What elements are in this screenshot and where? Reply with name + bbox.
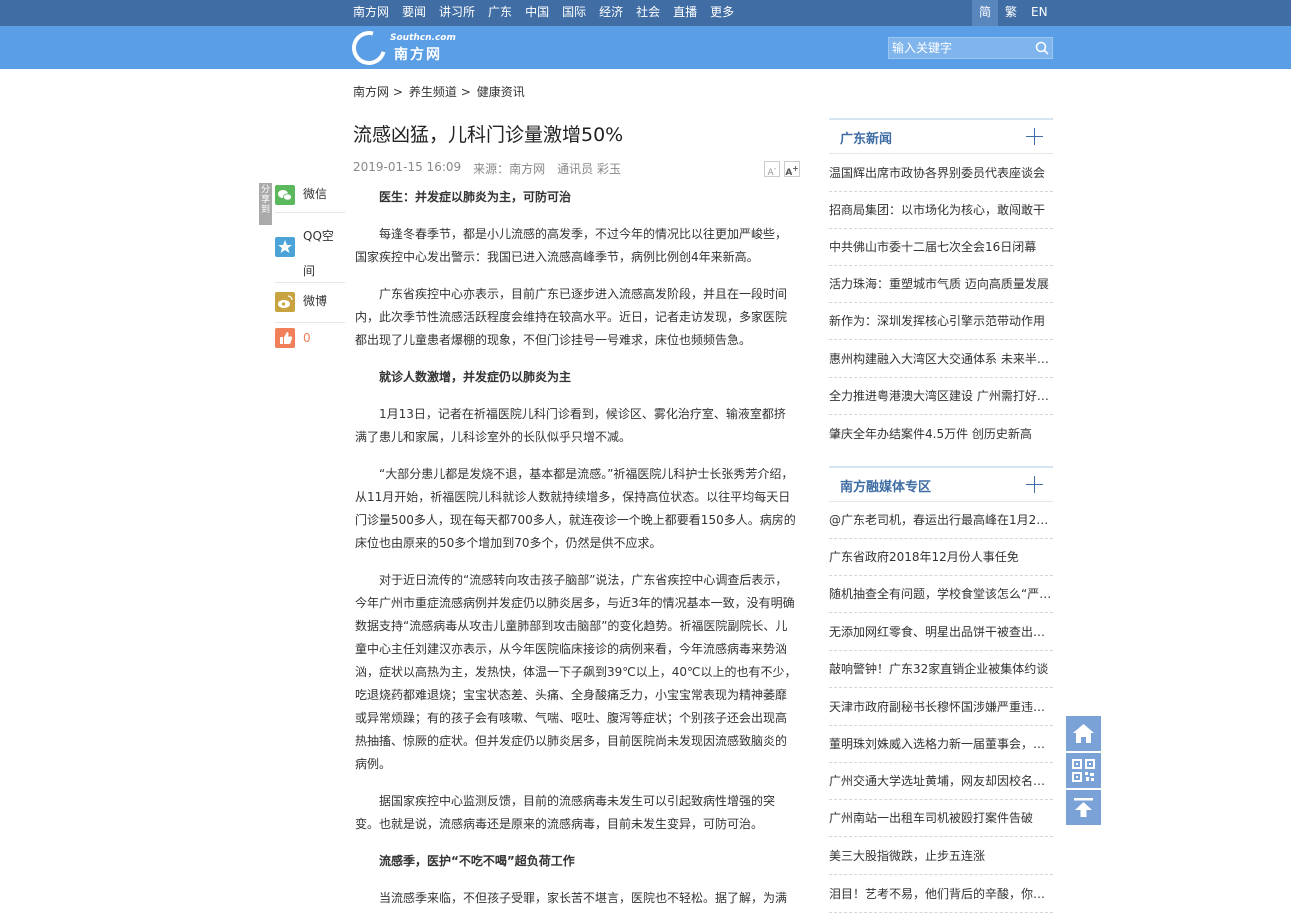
media-zone-title[interactable]: 南方融媒体专区 (840, 476, 931, 495)
wechat-icon (275, 185, 295, 205)
media-news-item[interactable]: 广州交通大学选址黄埔，网友却因校名吵翻了 (829, 763, 1053, 800)
guangdong-news-item[interactable]: 中共佛山市委十二届七次全会16日闭幕 (829, 229, 1053, 266)
article-paragraph: 对于近日流传的“流感转向攻击孩子脑部”说法，广东省疾控中心调查后表示，今年广州市… (355, 573, 797, 771)
article-author: 通讯员 彩玉 (557, 162, 621, 176)
search-icon[interactable] (1035, 41, 1049, 55)
top-nav-bar: 南方网 要闻 讲习所 广东 中国 国际 经济 社会 直播 更多 简 繁 EN (0, 0, 1291, 26)
article-paragraph: 1月13日，记者在祈福医院儿科门诊看到，候诊区、雾化治疗室、输液室都挤满了患儿和… (355, 407, 786, 444)
share-qzone-label: QQ空间 (303, 229, 334, 278)
nav-link-more[interactable]: 更多 (710, 0, 734, 26)
media-news-item[interactable]: 无添加网红零食、明星出品饼干被查出问题 (829, 614, 1053, 651)
nav-link-international[interactable]: 国际 (562, 0, 586, 26)
breadcrumb-health-news[interactable]: 健康资讯 (477, 83, 525, 100)
top-nav: 南方网 要闻 讲习所 广东 中国 国际 经济 社会 直播 更多 (353, 0, 747, 26)
logo-text-cn: 南方网 (394, 47, 442, 63)
qzone-icon (275, 237, 295, 257)
share-wechat-label: 微信 (303, 187, 328, 201)
article-body: 医生：并发症以肺炎为主，可防可治 每逢冬春季节，都是小儿流感的高发季，不过今年的… (355, 186, 797, 924)
breadcrumb: 南方网 > 养生频道 > 健康资讯 (353, 83, 531, 100)
media-news-item[interactable]: 敲响警钟！广东32家直销企业被集体约谈 (829, 651, 1053, 688)
qrcode-button[interactable] (1066, 753, 1101, 788)
thumbs-up-icon (275, 328, 295, 348)
nav-link-southcn[interactable]: 南方网 (353, 0, 389, 26)
guangdong-news-title[interactable]: 广东新闻 (840, 128, 892, 147)
guangdong-news-item[interactable]: 温国辉出席市政协各界别委员代表座谈会 (829, 155, 1053, 192)
guangdong-news-item[interactable]: 惠州构建融入大湾区大交通体系 未来半小时 (829, 341, 1053, 378)
lang-simplified[interactable]: 简 (972, 0, 999, 26)
article-paragraph: 当流感季来临，不但孩子受罪，家长苦不堪言，医院也不轻松。据了解，为满 (379, 891, 788, 905)
media-zone-header: 南方融媒体专区 (829, 466, 1053, 502)
article-subheading: 就诊人数激增，并发症仍以肺炎为主 (379, 370, 572, 384)
nav-link-lecture[interactable]: 讲习所 (439, 0, 475, 26)
home-icon (1073, 724, 1094, 743)
share-weibo-label: 微博 (303, 294, 328, 308)
article-subheading: 医生：并发症以肺炎为主，可防可治 (379, 190, 572, 204)
media-news-item[interactable]: @广东老司机，春运出行最高峰在1月27日 (829, 502, 1053, 539)
nav-link-live[interactable]: 直播 (673, 0, 697, 26)
share-qzone[interactable]: QQ空间 (275, 213, 345, 283)
qrcode-icon (1072, 759, 1095, 782)
article-paragraph: 据国家疾控中心监测反馈，目前的流感病毒未发生可以引起致病性增强的突变。也就是说，… (355, 794, 776, 831)
media-zone-more-plus-icon[interactable] (1026, 476, 1043, 493)
nav-link-china[interactable]: 中国 (525, 0, 549, 26)
guangdong-news-item[interactable]: 活力珠海：重塑城市气质 迈向高质量发展 (829, 266, 1053, 303)
font-increase-button[interactable]: A+ (784, 161, 800, 178)
article-meta: 2019-01-15 16:09 来源：南方网 通讯员 彩玉 (353, 160, 633, 177)
media-news-item[interactable]: 广东省政府2018年12月份人事任免 (829, 539, 1053, 576)
breadcrumb-home[interactable]: 南方网 > (353, 83, 403, 100)
logo-mark-icon (345, 24, 393, 72)
article-source: 来源：南方网 (473, 162, 546, 176)
logo-text-en: Southcn.com (390, 33, 456, 43)
media-news-item[interactable]: 董明珠刘姝威入选格力新一届董事会，任期3年 (829, 726, 1053, 763)
guangdong-news-item[interactable]: 新作为：深圳发挥核心引擎示范带动作用 (829, 303, 1053, 340)
nav-link-society[interactable]: 社会 (636, 0, 660, 26)
back-to-top-button[interactable] (1066, 790, 1101, 825)
media-news-item[interactable]: 随机抽查全有问题，学校食堂该怎么“严”管 (829, 576, 1053, 613)
home-button[interactable] (1066, 716, 1101, 751)
lang-english[interactable]: EN (1024, 0, 1055, 26)
article-subheading: 流感季，医护“不吃不喝”超负荷工作 (379, 854, 575, 868)
back-to-top-icon (1074, 798, 1093, 817)
media-news-item[interactable]: 泪目！艺考不易，他们背后的辛酸，你懂吗 (829, 876, 1053, 913)
share-wechat[interactable]: 微信 (275, 183, 345, 213)
nav-link-guangdong[interactable]: 广东 (488, 0, 512, 26)
nav-link-economy[interactable]: 经济 (599, 0, 623, 26)
nav-link-news[interactable]: 要闻 (402, 0, 426, 26)
like-count: 0 (303, 331, 311, 345)
article-date: 2019-01-15 16:09 (353, 160, 462, 174)
share-weibo[interactable]: 微博 (275, 283, 345, 323)
search-input[interactable] (892, 40, 1032, 56)
media-news-item[interactable]: 美三大股指微跌，止步五连涨 (829, 838, 1053, 875)
guangdong-news-item[interactable]: 全力推进粤港澳大湾区建设 广州需打好三张牌 (829, 378, 1053, 415)
like-button[interactable]: 0 (275, 323, 345, 353)
share-tab-label: 分享到 (259, 183, 272, 225)
search-box (888, 37, 1053, 59)
southcn-logo[interactable]: Southcn.com 南方网 (345, 24, 462, 72)
guangdong-news-item[interactable]: 肇庆全年办结案件4.5万件 创历史新高 (829, 416, 1053, 453)
language-switcher: 简 繁 EN (972, 0, 1055, 26)
guangdong-news-item[interactable]: 招商局集团：以市场化为核心，敢闯敢干 (829, 192, 1053, 229)
article-paragraph: 每逢冬春季节，都是小儿流感的高发季，不过今年的情况比以往更加严峻些，国家疾控中心… (355, 227, 788, 264)
lang-traditional[interactable]: 繁 (998, 0, 1024, 26)
guangdong-news-more-plus-icon[interactable] (1026, 128, 1043, 145)
article-paragraph: “大部分患儿都是发烧不退，基本都是流感。”祈福医院儿科护士长张秀芳介绍，从11月… (355, 467, 796, 550)
breadcrumb-health-channel[interactable]: 养生频道 > (409, 83, 471, 100)
weibo-icon (275, 292, 295, 312)
font-decrease-button[interactable]: A- (764, 161, 780, 178)
article-title: 流感凶猛，儿科门诊量激增50% (353, 124, 624, 146)
site-header: Southcn.com 南方网 (0, 24, 1291, 72)
article-paragraph: 广东省疾控中心亦表示，目前广东已逐步进入流感高发阶段，并且在一段时间内，此次季节… (355, 287, 788, 347)
media-news-item[interactable]: 天津市政府副秘书长穆怀国涉嫌严重违纪违法 (829, 689, 1053, 726)
media-news-item[interactable]: 广州南站一出租车司机被殴打案件告破 (829, 800, 1053, 837)
guangdong-news-header: 广东新闻 (829, 118, 1053, 154)
